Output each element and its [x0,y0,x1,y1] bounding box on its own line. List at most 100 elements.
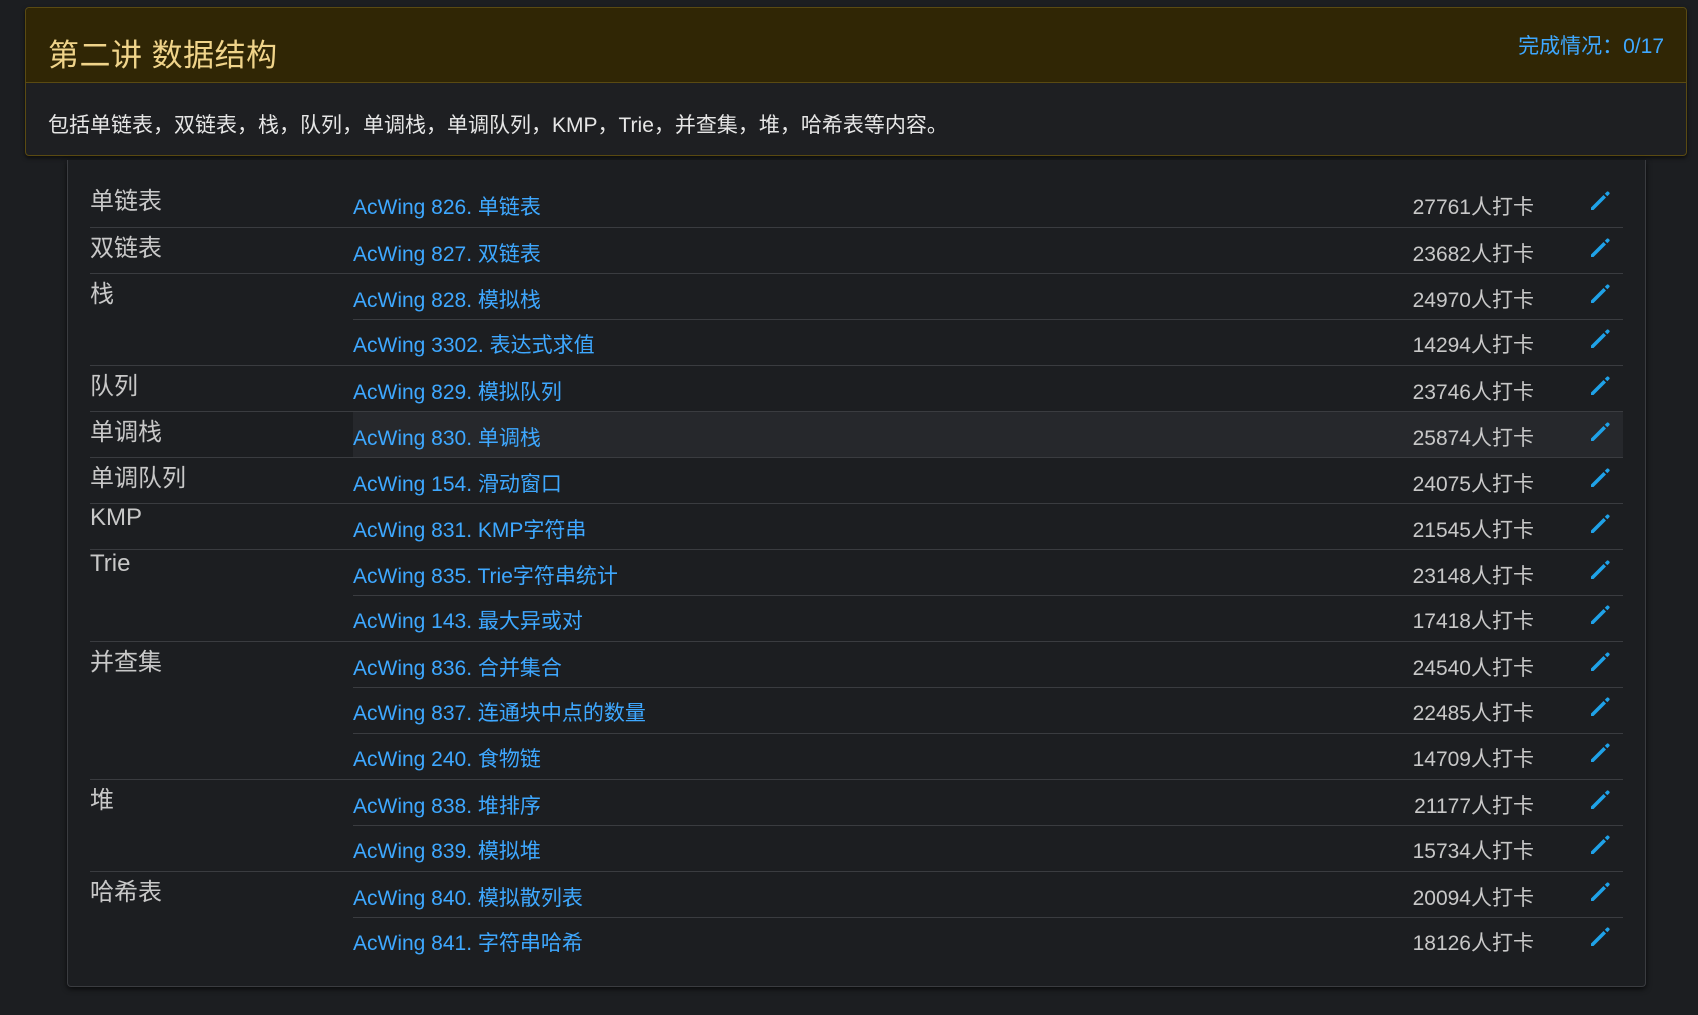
pencil-icon-svg [1591,927,1610,946]
category-label: Trie [90,550,131,577]
table-row: AcWing 839. 模拟堆 15734人打卡 [90,825,1623,871]
checkin-count: 23682人打卡 [1412,243,1534,266]
checkin-count: 22485人打卡 [1412,702,1534,725]
category-label: 双链表 [90,235,162,262]
problem-link[interactable]: AcWing 830. 单调栈 [353,422,541,452]
table-row: 单链表 AcWing 826. 单链表 27761人打卡 [90,181,1623,227]
row-divider [353,917,1623,918]
checkin-count: 24540人打卡 [1412,657,1534,680]
pencil-icon-svg [1591,329,1610,348]
table-row: 栈 AcWing 828. 模拟栈 24970人打卡 [90,273,1623,320]
pencil-icon[interactable] [1587,556,1613,582]
pencil-icon[interactable] [1587,878,1613,904]
category-label: 栈 [90,281,114,308]
pencil-icon-svg [1591,560,1610,579]
problem-link[interactable]: AcWing 831. KMP字符串 [353,514,586,544]
checkin-count: 20094人打卡 [1412,887,1534,910]
pencil-icon[interactable] [1587,739,1613,765]
problem-link[interactable]: AcWing 829. 模拟队列 [353,376,562,406]
section-title: 第二讲 数据结构 [48,38,278,73]
pencil-icon-svg [1591,835,1610,854]
category-label: 单链表 [90,188,162,215]
row-divider [353,319,1623,320]
table-row: 双链表 AcWing 827. 双链表 23682人打卡 [90,227,1623,274]
pencil-icon-svg [1591,284,1610,303]
table-row: AcWing 240. 食物链 14709人打卡 [90,733,1623,779]
pencil-icon-svg [1591,790,1610,809]
row-divider [353,733,1623,734]
pencil-icon[interactable] [1587,280,1613,306]
problem-link[interactable]: AcWing 828. 模拟栈 [353,284,541,314]
category-label: 哈希表 [90,879,162,906]
pencil-icon[interactable] [1587,693,1613,719]
problem-link[interactable]: AcWing 143. 最大异或对 [353,605,583,635]
category-label: KMP [90,504,143,531]
problem-link[interactable]: AcWing 836. 合并集合 [353,652,562,682]
table-row: 队列 AcWing 829. 模拟队列 23746人打卡 [90,365,1623,412]
problem-link[interactable]: AcWing 3302. 表达式求值 [353,329,595,359]
checkin-count: 17418人打卡 [1412,610,1534,633]
category-label: 单调栈 [90,419,162,446]
problem-link[interactable]: AcWing 826. 单链表 [353,191,541,221]
pencil-icon-svg [1591,422,1610,441]
table-row: 单调队列 AcWing 154. 滑动窗口 24075人打卡 [90,457,1623,504]
problem-link[interactable]: AcWing 840. 模拟散列表 [353,882,583,912]
checkin-count: 18126人打卡 [1412,932,1534,955]
section-panel: 第二讲 数据结构 完成情况：0/17 包括单链表，双链表，栈，队列，单调栈，单调… [25,7,1687,156]
pencil-icon-svg [1591,468,1610,487]
checkin-count: 23746人打卡 [1412,381,1534,404]
checkin-count: 25874人打卡 [1412,427,1534,450]
pencil-icon[interactable] [1587,923,1613,949]
pencil-icon[interactable] [1587,601,1613,627]
pencil-icon[interactable] [1587,325,1613,351]
pencil-icon-svg [1591,882,1610,901]
problem-link[interactable]: AcWing 240. 食物链 [353,743,541,773]
table-row: 哈希表 AcWing 840. 模拟散列表 20094人打卡 [90,871,1623,918]
table-row: AcWing 143. 最大异或对 17418人打卡 [90,595,1623,641]
checkin-count: 24075人打卡 [1412,473,1534,496]
category-label: 队列 [90,373,138,400]
table-row: 堆 AcWing 838. 堆排序 21177人打卡 [90,779,1623,826]
pencil-icon-svg [1591,743,1610,762]
table-row: Trie AcWing 835. Trie字符串统计 23148人打卡 [90,549,1623,596]
pencil-icon-svg [1591,514,1610,533]
checkin-count: 14709人打卡 [1412,748,1534,771]
problem-link[interactable]: AcWing 841. 字符串哈希 [353,927,583,957]
checkin-count: 21545人打卡 [1412,519,1534,542]
pencil-icon[interactable] [1587,372,1613,398]
problem-link[interactable]: AcWing 827. 双链表 [353,238,541,268]
pencil-icon-svg [1591,605,1610,624]
section-description: 包括单链表，双链表，栈，队列，单调栈，单调队列，KMP，Trie，并查集，堆，哈… [48,114,948,137]
table-row: AcWing 3302. 表达式求值 14294人打卡 [90,319,1623,365]
problem-link[interactable]: AcWing 835. Trie字符串统计 [353,560,618,590]
table-row: AcWing 841. 字符串哈希 18126人打卡 [90,917,1623,963]
pencil-icon-svg [1591,697,1610,716]
pencil-icon[interactable] [1587,648,1613,674]
pencil-icon[interactable] [1587,464,1613,490]
checkin-count: 27761人打卡 [1412,196,1534,219]
pencil-icon[interactable] [1587,786,1613,812]
table-row: 并查集 AcWing 836. 合并集合 24540人打卡 [90,641,1623,688]
problem-link[interactable]: AcWing 839. 模拟堆 [353,835,541,865]
checkin-count: 23148人打卡 [1412,565,1534,588]
row-divider [353,687,1623,688]
row-divider [353,595,1623,596]
problem-link[interactable]: AcWing 154. 滑动窗口 [353,468,562,498]
pencil-icon[interactable] [1587,510,1613,536]
row-divider [353,825,1623,826]
checkin-count: 24970人打卡 [1412,289,1534,312]
problem-link[interactable]: AcWing 838. 堆排序 [353,790,541,820]
pencil-icon-svg [1591,238,1610,257]
table-row: 单调栈 AcWing 830. 单调栈 25874人打卡 [90,411,1623,458]
pencil-icon-svg [1591,652,1610,671]
category-label: 并查集 [90,649,162,676]
category-label: 堆 [90,787,114,814]
pencil-icon-svg [1591,191,1610,210]
pencil-icon[interactable] [1587,418,1613,444]
panel-heading[interactable]: 第二讲 数据结构 完成情况：0/17 [26,8,1686,83]
pencil-icon[interactable] [1587,831,1613,857]
pencil-icon[interactable] [1587,234,1613,260]
pencil-icon-svg [1591,376,1610,395]
problem-link[interactable]: AcWing 837. 连通块中点的数量 [353,697,646,727]
pencil-icon[interactable] [1587,187,1613,213]
